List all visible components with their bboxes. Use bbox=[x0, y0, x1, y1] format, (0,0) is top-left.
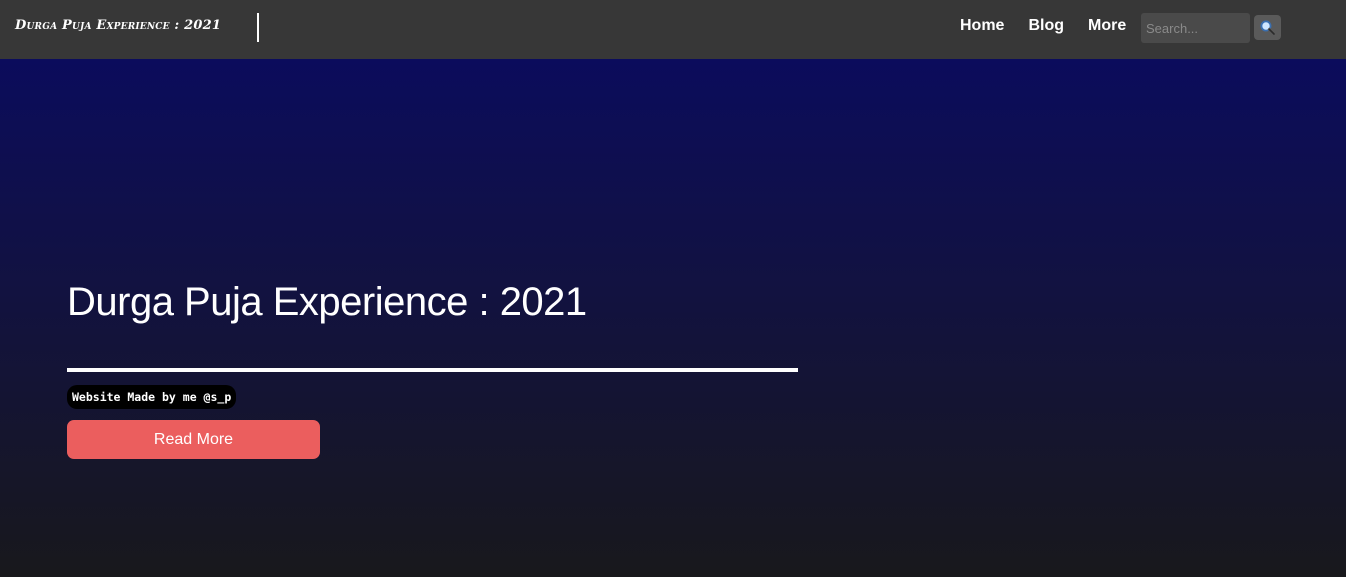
credit-badge: Website Made by me @s_p bbox=[67, 385, 237, 409]
hero-section: Durga Puja Experience : 2021 Website Mad… bbox=[0, 59, 1346, 577]
search-input[interactable] bbox=[1141, 13, 1250, 43]
brand-divider bbox=[257, 13, 259, 42]
nav-links: Home Blog More bbox=[960, 17, 1126, 35]
search-button[interactable] bbox=[1254, 15, 1281, 40]
hero-title: Durga Puja Experience : 2021 bbox=[67, 280, 587, 324]
read-more-button[interactable]: Read More bbox=[67, 420, 320, 459]
nav-link-home[interactable]: Home bbox=[960, 17, 1004, 35]
nav-link-more[interactable]: More bbox=[1088, 17, 1126, 35]
top-navbar: Durga Puja Experience : 2021 Home Blog M… bbox=[0, 0, 1346, 59]
magnifier-icon bbox=[1260, 20, 1276, 36]
hero-divider bbox=[67, 368, 798, 372]
brand-title[interactable]: Durga Puja Experience : 2021 bbox=[15, 18, 221, 33]
nav-link-blog[interactable]: Blog bbox=[1028, 17, 1064, 35]
